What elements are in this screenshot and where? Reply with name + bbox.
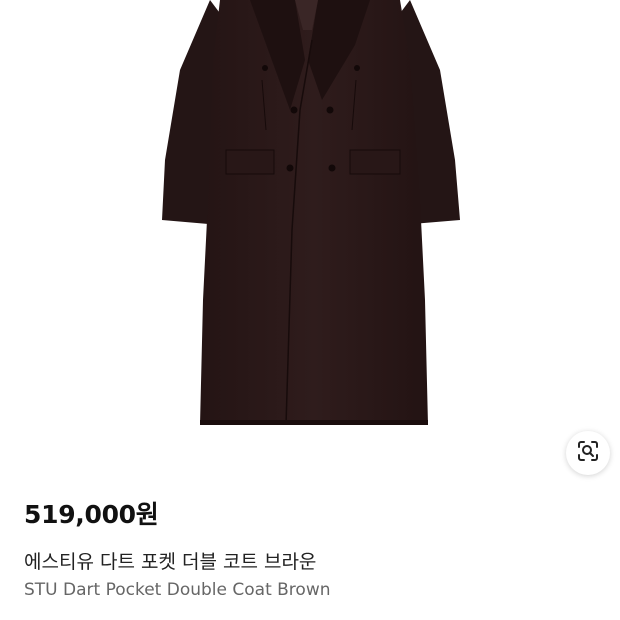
product-price: 519,000원	[24, 500, 159, 529]
visual-search-button[interactable]	[566, 431, 610, 475]
product-title-korean: 에스티유 다트 포켓 더블 코트 브라운	[24, 551, 317, 573]
product-info: 519,000원 에스티유 다트 포켓 더블 코트 브라운 STU Dart P…	[24, 500, 604, 600]
visual-search-lens-icon	[576, 439, 600, 467]
product-title-english: STU Dart Pocket Double Coat Brown	[24, 579, 331, 600]
product-image[interactable]	[0, 0, 620, 485]
coat-image	[162, 0, 460, 426]
